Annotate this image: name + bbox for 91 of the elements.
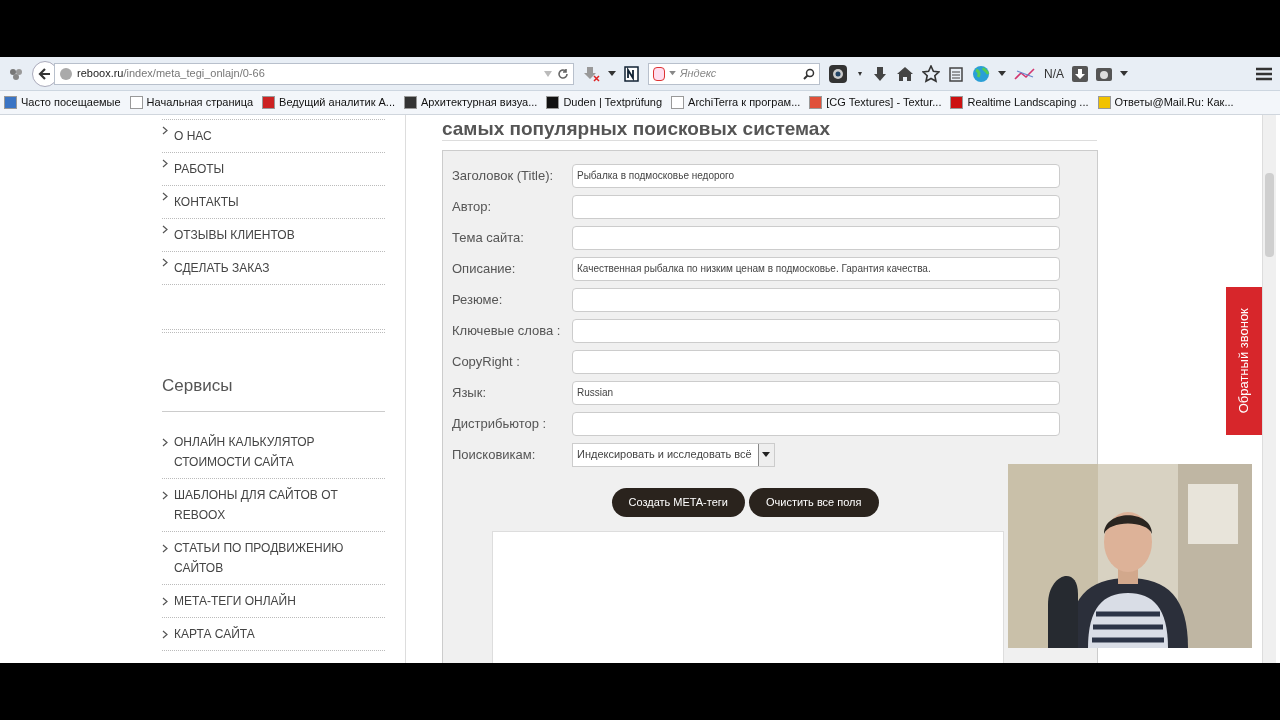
scrollbar[interactable] <box>1262 115 1276 663</box>
bookmark-item[interactable]: Realtime Landscaping ... <box>950 94 1089 111</box>
chevron-icon <box>162 258 168 267</box>
bookmark-item[interactable]: Ведущий аналитик А... <box>262 94 395 111</box>
globe-icon[interactable] <box>972 64 990 83</box>
graph-icon[interactable] <box>1014 66 1036 81</box>
field-label: CopyRight : <box>452 352 521 371</box>
chevron-icon <box>162 126 168 135</box>
bookmark-item[interactable]: Часто посещаемые <box>4 94 121 111</box>
sidebar-link[interactable]: РАБОТЫ <box>174 159 349 179</box>
section-title: Сервисы <box>162 373 385 412</box>
download-arrow-icon[interactable] <box>872 65 888 82</box>
sidebar-link[interactable]: КОНТАКТЫ <box>174 192 349 212</box>
yandex-icon <box>653 66 665 81</box>
star-icon[interactable] <box>922 64 940 83</box>
chevron-icon <box>162 543 168 553</box>
bookmark-icon <box>950 96 964 109</box>
bookmark-icon <box>4 96 17 109</box>
field-label: Тема сайта: <box>452 228 525 247</box>
action-button[interactable]: Очистить все поля <box>748 488 879 517</box>
download-icon[interactable] <box>1072 65 1088 82</box>
bookmark-icon <box>404 96 417 109</box>
bookmark-item[interactable]: [CG Textures] - Textur... <box>809 94 942 111</box>
bookmark-item[interactable]: Начальная страница <box>129 94 254 111</box>
chevron-icon <box>162 490 168 500</box>
caret-icon[interactable] <box>998 70 1006 77</box>
bookmark-icon <box>129 96 143 109</box>
address-bar[interactable]: reboox.ru/index/meta_tegi_onlajn/0-66 <box>54 62 574 85</box>
field-label: Поисковикам: <box>452 445 537 464</box>
chevron-icon <box>162 437 168 447</box>
bookmark-item[interactable]: Ответы@Mail.Ru: Как... <box>1097 94 1234 111</box>
sidebar-link[interactable]: ШАБЛОНЫ ДЛЯ САЙТОВ ОТ REBOOX <box>174 484 349 525</box>
search-field[interactable]: Яндекс <box>648 62 820 85</box>
input-field[interactable] <box>572 287 1060 312</box>
input-field[interactable]: Russian <box>572 380 1060 405</box>
select-field[interactable]: Индексировать и исследовать всё <box>572 442 775 467</box>
input-field[interactable] <box>572 411 1060 436</box>
sidebar-link[interactable]: О НАС <box>174 126 349 146</box>
field-label: Заголовок (Title): <box>452 166 555 185</box>
input-field[interactable]: Рыбалка в подмосковье недорого <box>572 163 1060 188</box>
notepad-icon[interactable] <box>624 65 640 82</box>
bookmark-icon <box>809 96 823 109</box>
download-icon[interactable] <box>582 65 600 82</box>
input-field[interactable] <box>572 225 1060 250</box>
callback-tab[interactable]: Обратный звонок <box>1226 287 1262 435</box>
input-field[interactable]: Качественная рыбалка по низким ценам в подмосковье. Гарантия качества. <box>572 256 1060 281</box>
chevron-icon <box>162 629 168 639</box>
clipboard-icon[interactable] <box>948 65 964 82</box>
globe-icon <box>59 66 73 81</box>
caret-icon[interactable] <box>608 70 616 77</box>
input-field[interactable] <box>572 194 1060 219</box>
field-label: Описание: <box>452 259 517 278</box>
bookmark-icon <box>671 96 685 109</box>
bookmark-icon <box>546 96 560 109</box>
field-label: Автор: <box>452 197 493 216</box>
sidebar-link[interactable]: КАРТА САЙТА <box>174 623 349 644</box>
sidebar-link[interactable]: МЕТА-ТЕГИ ОНЛАЙН <box>174 590 349 611</box>
input-field[interactable] <box>572 349 1060 374</box>
url-text: reboox.ru/index/meta_tegi_onlajn/0-66 <box>77 66 266 82</box>
action-button[interactable]: Создать META-теги <box>611 488 745 517</box>
chevron-icon <box>162 596 168 606</box>
camera-icon[interactable] <box>828 63 848 84</box>
menu-icon[interactable] <box>1256 66 1272 81</box>
field-label: Дистрибьютор : <box>452 414 548 433</box>
chevron-icon <box>162 159 168 168</box>
sidebar-link[interactable]: СТАТЬИ ПО ПРОДВИЖЕНИЮ САЙТОВ <box>174 537 349 578</box>
bookmark-item[interactable]: Архитектурная визуа... <box>404 94 538 111</box>
back-arrow-icon <box>38 66 52 81</box>
page-heading: самых популярных поисковых системах <box>442 115 1097 141</box>
sidebar-link[interactable]: ОТЗЫВЫ КЛИЕНТОВ <box>174 225 349 245</box>
caret-icon[interactable] <box>1120 70 1128 77</box>
input-field[interactable] <box>572 318 1060 343</box>
toolbar-label[interactable]: N/A <box>1044 64 1064 83</box>
bookmark-icon <box>262 96 276 109</box>
dropdown-icon[interactable] <box>757 443 774 466</box>
sidebar-link[interactable]: СДЕЛАТЬ ЗАКАЗ <box>174 258 349 278</box>
chevron-icon <box>162 192 168 201</box>
bookmark-item[interactable]: Duden | Textprüfung <box>546 94 663 111</box>
caret-icon[interactable] <box>856 70 864 77</box>
bookmark-icon <box>1097 96 1111 109</box>
camera-icon[interactable] <box>1096 65 1112 82</box>
field-label: Язык: <box>452 383 487 402</box>
sidebar-link[interactable]: ОНЛАЙН КАЛЬКУЛЯТОР СТОИМОСТИ САЙТА <box>174 431 349 472</box>
field-label: Резюме: <box>452 290 504 309</box>
home-icon[interactable] <box>896 65 914 82</box>
bookmark-item[interactable]: ArchiTerra к програм... <box>671 94 801 111</box>
search-input[interactable]: Яндекс <box>680 65 799 82</box>
reload-icon[interactable] <box>557 67 569 80</box>
chevron-icon <box>162 225 168 234</box>
field-label: Ключевые слова : <box>452 321 562 340</box>
search-icon[interactable] <box>803 67 815 80</box>
